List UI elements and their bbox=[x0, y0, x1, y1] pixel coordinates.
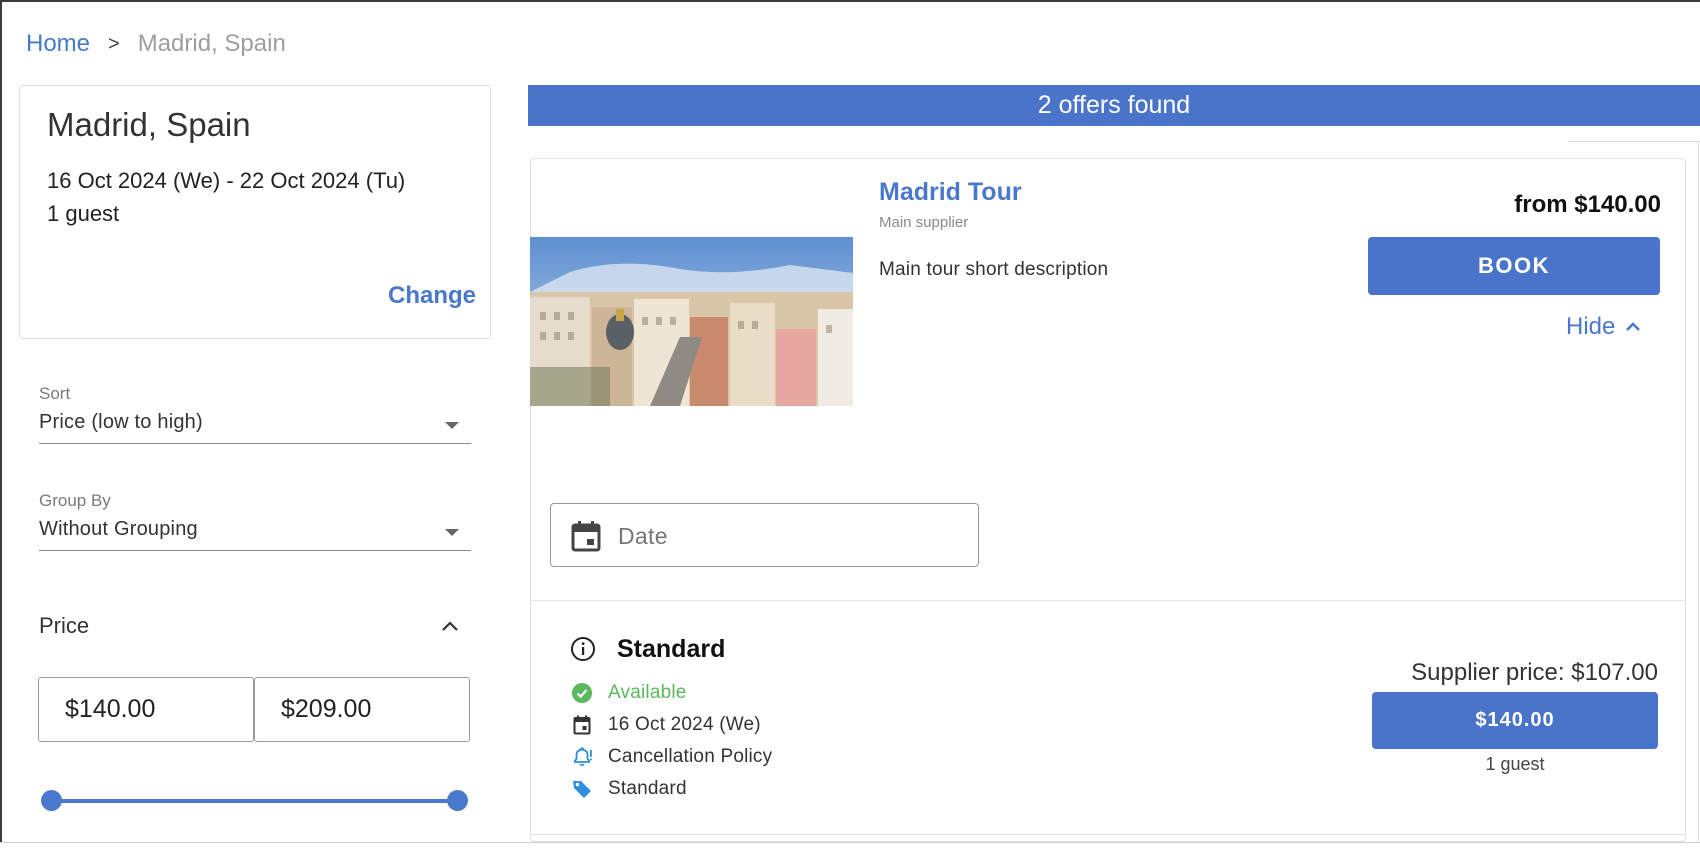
cancellation-policy-link[interactable]: Cancellation Policy bbox=[608, 746, 772, 768]
breadcrumb-current: Madrid, Spain bbox=[137, 30, 286, 57]
calendar-icon bbox=[571, 714, 593, 736]
rate-name: Standard bbox=[608, 778, 687, 799]
price-filter-title: Price bbox=[39, 613, 90, 638]
variant-title: Standard bbox=[617, 635, 726, 663]
tag-icon bbox=[571, 778, 593, 800]
calendar-icon bbox=[571, 520, 601, 557]
price-max-input[interactable]: $209.00 bbox=[254, 677, 470, 742]
search-summary-card: Madrid, Spain 16 Oct 2024 (We) - 22 Oct … bbox=[19, 85, 491, 339]
cancellation-row[interactable]: Cancellation Policy bbox=[571, 746, 772, 768]
date-placeholder: Date bbox=[618, 523, 668, 549]
hide-label: Hide bbox=[1566, 313, 1616, 340]
price-slider-min-handle[interactable] bbox=[41, 790, 62, 811]
search-guests: 1 guest bbox=[47, 201, 120, 226]
sort-value: Price (low to high) bbox=[39, 411, 203, 433]
page-footer-strip bbox=[0, 842, 1700, 861]
tour-from-price: from $140.00 bbox=[1514, 191, 1661, 218]
availability-row: Available bbox=[571, 682, 687, 704]
variant-date: 16 Oct 2024 (We) bbox=[608, 714, 761, 735]
info-icon[interactable] bbox=[570, 636, 596, 667]
select-price-button[interactable]: $140.00 bbox=[1372, 692, 1658, 749]
group-by-value: Without Grouping bbox=[39, 518, 198, 540]
tour-description: Main tour short description bbox=[879, 259, 1109, 280]
offers-count-banner: 2 offers found bbox=[528, 85, 1700, 126]
date-picker-input[interactable]: Date bbox=[550, 503, 979, 567]
supplier-price: Supplier price: $107.00 bbox=[1411, 659, 1658, 686]
check-circle-icon bbox=[571, 682, 593, 704]
price-slider-max-handle[interactable] bbox=[447, 790, 468, 811]
change-search-button[interactable]: Change bbox=[388, 282, 476, 310]
breadcrumb-separator: > bbox=[108, 32, 120, 55]
divider bbox=[1568, 141, 1700, 142]
chevron-up-icon[interactable] bbox=[438, 615, 462, 639]
dropdown-arrow-icon bbox=[445, 422, 459, 429]
hide-details-button[interactable]: Hide bbox=[1566, 313, 1643, 341]
price-min-input[interactable]: $140.00 bbox=[38, 677, 254, 742]
availability-text: Available bbox=[608, 682, 687, 703]
bell-alert-icon bbox=[571, 746, 593, 768]
divider bbox=[1698, 141, 1699, 842]
search-city: Madrid, Spain bbox=[47, 106, 251, 143]
book-button[interactable]: BOOK bbox=[1368, 237, 1660, 295]
variant-guests: 1 guest bbox=[1485, 754, 1545, 774]
tour-supplier: Main supplier bbox=[879, 214, 969, 231]
tour-image bbox=[530, 237, 853, 406]
breadcrumb-home-link[interactable]: Home bbox=[26, 30, 90, 58]
breadcrumb: Home > Madrid, Spain bbox=[26, 30, 286, 58]
search-dates: 16 Oct 2024 (We) - 22 Oct 2024 (Tu) bbox=[47, 168, 406, 193]
chevron-up-icon bbox=[1626, 322, 1641, 331]
rate-row: Standard bbox=[571, 778, 687, 800]
variant-date-row: 16 Oct 2024 (We) bbox=[571, 714, 761, 736]
group-by-label: Group By bbox=[39, 491, 111, 510]
sort-label: Sort bbox=[39, 384, 71, 403]
tour-title-link[interactable]: Madrid Tour bbox=[879, 178, 1022, 207]
price-slider-track[interactable] bbox=[51, 799, 458, 803]
group-by-select[interactable]: Group By Without Grouping bbox=[39, 491, 471, 551]
dropdown-arrow-icon bbox=[445, 529, 459, 536]
sort-select[interactable]: Sort Price (low to high) bbox=[39, 384, 471, 444]
